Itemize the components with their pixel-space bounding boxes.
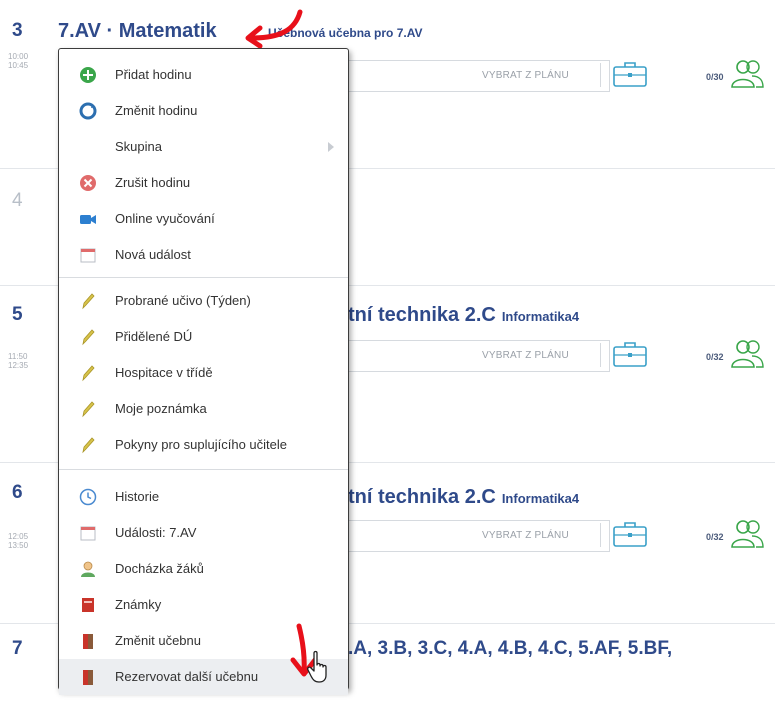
menu-item-covered-curriculum[interactable]: Probrané učivo (Týden) <box>59 283 348 319</box>
menu-item-events-class[interactable]: Události: 7.AV <box>59 515 348 551</box>
menu-item-change-lesson[interactable]: Změnit hodinu <box>59 93 348 129</box>
lesson-title[interactable]: tní technika 2.C Informatika4 <box>348 486 579 509</box>
change-circle-icon <box>79 102 97 120</box>
menu-item-cancel-lesson[interactable]: Zrušit hodinu <box>59 165 348 201</box>
pencil-icon <box>82 293 95 310</box>
pencil-icon <box>82 329 95 346</box>
menu-item-assigned-homework[interactable]: Přidělené DÚ <box>59 319 348 355</box>
students-icon[interactable] <box>730 338 764 368</box>
submenu-arrow-icon <box>328 142 334 152</box>
door-icon <box>83 670 93 685</box>
lesson-time: 10:00 10:45 <box>8 52 29 70</box>
plan-field[interactable] <box>346 60 610 92</box>
pencil-icon <box>82 401 95 418</box>
select-from-plan-label[interactable]: VYBRAT Z PLÁNU <box>482 350 569 361</box>
cancel-circle-icon <box>80 175 96 191</box>
select-from-plan-label[interactable]: VYBRAT Z PLÁNU <box>482 70 569 81</box>
menu-item-substitute-instructions[interactable]: Pokyny pro suplujícího učitele <box>59 427 348 463</box>
calendar-icon <box>80 526 96 541</box>
context-menu: Přidat hodinu Změnit hodinu Skupina Zruš… <box>58 48 349 695</box>
annotation-arrow-top <box>245 9 303 48</box>
hand-cursor-icon <box>307 650 327 683</box>
briefcase-icon[interactable] <box>612 60 648 88</box>
students-icon[interactable] <box>730 518 764 548</box>
grades-book-icon <box>82 598 94 612</box>
student-icon <box>81 561 95 577</box>
menu-item-group[interactable]: Skupina <box>59 129 348 165</box>
lesson-title[interactable]: 7.AV · Matematik <box>58 20 217 43</box>
door-icon <box>83 634 93 649</box>
menu-item-add-lesson[interactable]: Přidat hodinu <box>59 57 348 93</box>
menu-item-grades[interactable]: Známky <box>59 587 348 623</box>
lesson-title[interactable]: .A, 3.B, 3.C, 4.A, 4.B, 4.C, 5.AF, 5.BF, <box>348 638 672 660</box>
pencil-icon <box>82 437 95 454</box>
menu-item-student-attendance[interactable]: Docházka žáků <box>59 551 348 587</box>
student-count: 0/32 <box>706 352 724 362</box>
add-circle-icon <box>80 67 96 83</box>
menu-item-history[interactable]: Historie <box>59 479 348 515</box>
menu-item-my-note[interactable]: Moje poznámka <box>59 391 348 427</box>
lesson-number: 3 <box>12 20 23 41</box>
lesson-time: 11:50 12:35 <box>8 352 29 370</box>
calendar-icon <box>80 248 96 263</box>
lesson-number: 7 <box>12 638 23 659</box>
student-count: 0/30 <box>706 72 724 82</box>
menu-item-online-teaching[interactable]: Online vyučování <box>59 201 348 237</box>
lesson-title[interactable]: tní technika 2.C Informatika4 <box>348 304 579 327</box>
menu-item-class-inspection[interactable]: Hospitace v třídě <box>59 355 348 391</box>
plan-field[interactable] <box>346 340 610 372</box>
video-camera-icon <box>80 215 96 224</box>
students-icon[interactable] <box>730 58 764 88</box>
pencil-icon <box>82 365 95 382</box>
student-count: 0/32 <box>706 532 724 542</box>
lesson-number: 6 <box>12 482 23 503</box>
lesson-time: 12:05 13:50 <box>8 532 29 550</box>
lesson-number: 4 <box>12 190 23 211</box>
briefcase-icon[interactable] <box>612 520 648 548</box>
select-from-plan-label[interactable]: VYBRAT Z PLÁNU <box>482 530 569 541</box>
menu-item-new-event[interactable]: Nová událost <box>59 237 348 273</box>
clock-icon <box>79 488 97 506</box>
plan-field[interactable] <box>346 520 610 552</box>
briefcase-icon[interactable] <box>612 340 648 368</box>
lesson-number: 5 <box>12 304 23 325</box>
